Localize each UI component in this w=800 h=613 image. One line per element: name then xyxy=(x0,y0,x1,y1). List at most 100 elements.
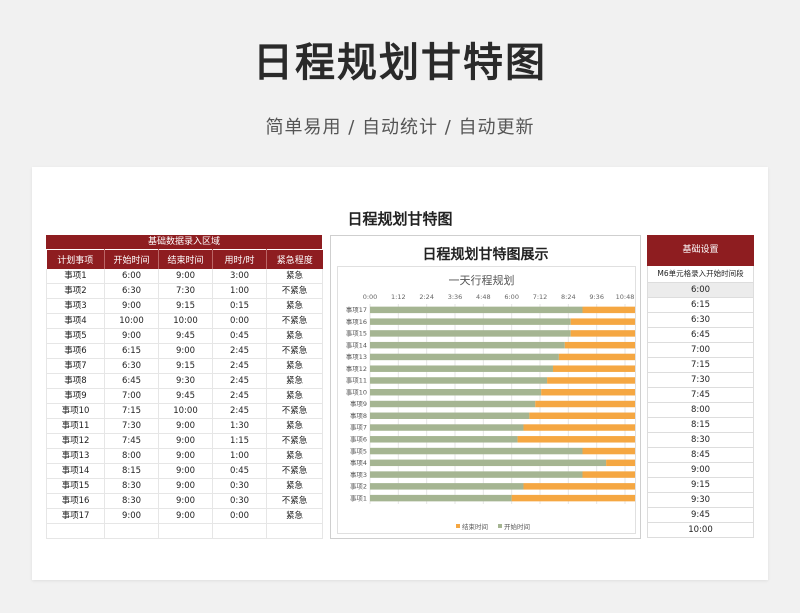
table-cell[interactable]: 0:30 xyxy=(212,478,267,494)
table-cell[interactable]: 9:00 xyxy=(158,463,213,479)
table-cell[interactable]: 紧急 xyxy=(266,373,323,389)
table-cell[interactable]: 8:30 xyxy=(104,478,159,494)
table-cell[interactable]: 8:00 xyxy=(104,448,159,464)
table-cell[interactable]: 0:00 xyxy=(212,313,267,329)
time-option[interactable]: 7:45 xyxy=(647,388,754,403)
table-cell[interactable]: 0:45 xyxy=(212,463,267,479)
table-cell[interactable]: 7:00 xyxy=(104,388,159,404)
table-cell[interactable]: 紧急 xyxy=(266,358,323,374)
table-cell[interactable]: 7:30 xyxy=(158,283,213,299)
time-option[interactable]: 8:30 xyxy=(647,433,754,448)
table-cell[interactable]: 9:15 xyxy=(158,298,213,314)
table-cell[interactable]: 0:15 xyxy=(212,298,267,314)
table-cell[interactable]: 9:00 xyxy=(158,269,213,284)
table-cell[interactable]: 事项9 xyxy=(46,388,105,404)
time-option[interactable]: 7:15 xyxy=(647,358,754,373)
table-cell[interactable]: 事项12 xyxy=(46,433,105,449)
table-cell[interactable]: 紧急 xyxy=(266,448,323,464)
table-cell[interactable]: 不紧急 xyxy=(266,313,323,329)
table-cell[interactable]: 不紧急 xyxy=(266,433,323,449)
table-cell[interactable]: 6:45 xyxy=(104,373,159,389)
empty-cell[interactable] xyxy=(158,523,213,539)
time-option[interactable]: 8:00 xyxy=(647,403,754,418)
time-option[interactable]: 7:30 xyxy=(647,373,754,388)
table-cell[interactable]: 9:15 xyxy=(158,358,213,374)
table-cell[interactable]: 9:00 xyxy=(158,508,213,524)
empty-cell[interactable] xyxy=(266,523,323,539)
table-cell[interactable]: 9:00 xyxy=(158,478,213,494)
table-cell[interactable]: 1:00 xyxy=(212,283,267,299)
table-cell[interactable]: 事项11 xyxy=(46,418,105,434)
table-cell[interactable]: 8:30 xyxy=(104,493,159,509)
table-cell[interactable]: 10:00 xyxy=(158,403,213,419)
table-cell[interactable]: 9:30 xyxy=(158,373,213,389)
table-cell[interactable]: 10:00 xyxy=(158,313,213,329)
table-cell[interactable]: 0:45 xyxy=(212,328,267,344)
table-cell[interactable]: 2:45 xyxy=(212,403,267,419)
table-cell[interactable]: 3:00 xyxy=(212,269,267,284)
table-cell[interactable]: 9:00 xyxy=(158,493,213,509)
table-cell[interactable]: 2:45 xyxy=(212,373,267,389)
table-cell[interactable]: 不紧急 xyxy=(266,343,323,359)
table-cell[interactable]: 紧急 xyxy=(266,388,323,404)
table-cell[interactable]: 事项3 xyxy=(46,298,105,314)
table-cell[interactable]: 事项4 xyxy=(46,313,105,329)
table-cell[interactable]: 事项8 xyxy=(46,373,105,389)
table-cell[interactable]: 9:45 xyxy=(158,328,213,344)
table-cell[interactable]: 不紧急 xyxy=(266,403,323,419)
table-cell[interactable]: 2:45 xyxy=(212,388,267,404)
time-option[interactable]: 6:15 xyxy=(647,298,754,313)
table-cell[interactable]: 9:00 xyxy=(158,343,213,359)
table-cell[interactable]: 9:45 xyxy=(158,388,213,404)
table-cell[interactable]: 6:15 xyxy=(104,343,159,359)
table-cell[interactable]: 1:30 xyxy=(212,418,267,434)
table-cell[interactable]: 事项14 xyxy=(46,463,105,479)
empty-cell[interactable] xyxy=(212,523,267,539)
table-cell[interactable]: 事项5 xyxy=(46,328,105,344)
time-option[interactable]: 9:45 xyxy=(647,508,754,523)
time-option[interactable]: 9:00 xyxy=(647,463,754,478)
table-cell[interactable]: 1:00 xyxy=(212,448,267,464)
time-option[interactable]: 8:45 xyxy=(647,448,754,463)
table-cell[interactable]: 9:00 xyxy=(104,298,159,314)
table-cell[interactable]: 紧急 xyxy=(266,298,323,314)
table-cell[interactable]: 紧急 xyxy=(266,269,323,284)
table-cell[interactable]: 事项16 xyxy=(46,493,105,509)
time-option[interactable]: 6:30 xyxy=(647,313,754,328)
table-cell[interactable]: 紧急 xyxy=(266,328,323,344)
table-cell[interactable]: 0:30 xyxy=(212,493,267,509)
table-cell[interactable]: 事项13 xyxy=(46,448,105,464)
table-cell[interactable]: 8:15 xyxy=(104,463,159,479)
table-cell[interactable]: 6:30 xyxy=(104,358,159,374)
time-option[interactable]: 9:15 xyxy=(647,478,754,493)
table-cell[interactable]: 事项1 xyxy=(46,269,105,284)
table-cell[interactable]: 1:15 xyxy=(212,433,267,449)
time-option[interactable]: 10:00 xyxy=(647,523,754,538)
table-cell[interactable]: 7:15 xyxy=(104,403,159,419)
table-cell[interactable]: 2:45 xyxy=(212,358,267,374)
table-cell[interactable]: 不紧急 xyxy=(266,463,323,479)
time-option[interactable]: 6:00 xyxy=(647,283,754,298)
empty-cell[interactable] xyxy=(104,523,159,539)
table-cell[interactable]: 不紧急 xyxy=(266,283,323,299)
table-cell[interactable]: 事项2 xyxy=(46,283,105,299)
table-cell[interactable]: 事项6 xyxy=(46,343,105,359)
table-cell[interactable]: 紧急 xyxy=(266,418,323,434)
table-cell[interactable]: 紧急 xyxy=(266,478,323,494)
table-cell[interactable]: 事项10 xyxy=(46,403,105,419)
time-option[interactable]: 9:30 xyxy=(647,493,754,508)
table-cell[interactable]: 7:30 xyxy=(104,418,159,434)
table-cell[interactable]: 6:00 xyxy=(104,269,159,284)
table-cell[interactable]: 9:00 xyxy=(158,448,213,464)
table-cell[interactable]: 9:00 xyxy=(158,433,213,449)
time-option[interactable]: 6:45 xyxy=(647,328,754,343)
table-cell[interactable]: 7:45 xyxy=(104,433,159,449)
table-cell[interactable]: 事项17 xyxy=(46,508,105,524)
table-cell[interactable]: 9:00 xyxy=(104,328,159,344)
empty-cell[interactable] xyxy=(46,523,105,539)
table-cell[interactable]: 0:00 xyxy=(212,508,267,524)
time-option[interactable]: 7:00 xyxy=(647,343,754,358)
gantt-chart-area[interactable]: 一天行程规划 0:00 1:12 2:24 3:36 4:48 6:00 7:12 8:24 9:… xyxy=(337,266,800,534)
table-cell[interactable]: 9:00 xyxy=(158,418,213,434)
table-cell[interactable]: 紧急 xyxy=(266,508,323,524)
